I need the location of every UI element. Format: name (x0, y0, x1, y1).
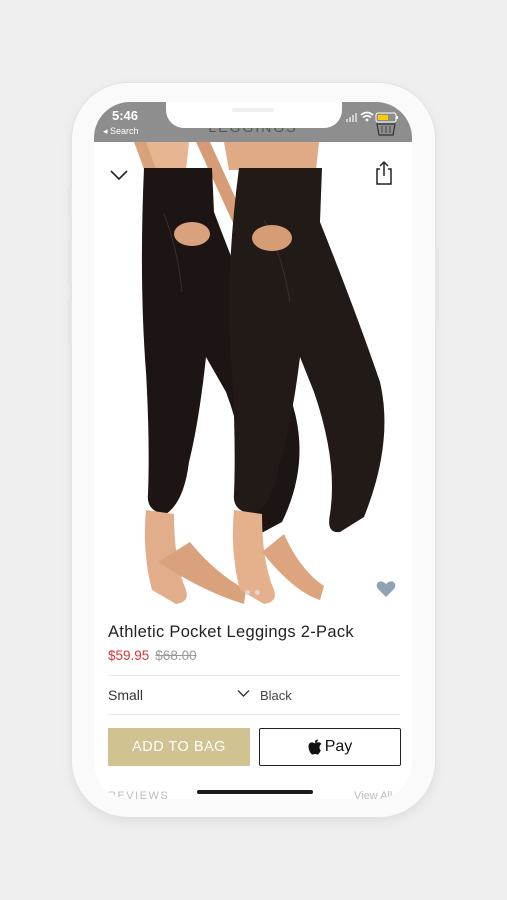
app-screen: 5:46 ◂ Search Athletic Pocket Leggings 2… (94, 102, 412, 799)
product-title: Athletic Pocket Leggings 2-Pack (108, 623, 354, 641)
share-button[interactable] (374, 160, 394, 190)
product-image-carousel[interactable] (94, 142, 412, 607)
black-leggings-photo (134, 142, 385, 604)
size-select[interactable]: Small (108, 687, 250, 705)
reviews-heading: REVIEWS (108, 790, 170, 799)
home-indicator[interactable] (197, 790, 313, 794)
apple-logo-icon (308, 739, 322, 755)
color-select[interactable]: Black (260, 688, 292, 703)
heart-icon (376, 581, 396, 597)
carousel-dot[interactable] (255, 590, 260, 595)
favorite-button[interactable] (376, 580, 396, 602)
view-all-link[interactable]: View All (354, 790, 392, 799)
phone-volume-up (68, 240, 72, 286)
original-price: $68.00 (155, 648, 197, 663)
status-bar: 5:46 ◂ Search (94, 102, 412, 142)
phone-volume-down (68, 298, 72, 344)
share-icon (376, 160, 392, 185)
chevron-down-icon (237, 690, 250, 697)
phone-mute-switch (68, 186, 72, 216)
divider (108, 714, 400, 715)
add-to-bag-button[interactable]: ADD TO BAG (108, 728, 250, 766)
sale-price: $59.95 (108, 648, 150, 663)
size-value: Small (108, 687, 144, 703)
carousel-dot[interactable] (245, 590, 250, 595)
divider (108, 675, 400, 676)
collapse-chevron-button[interactable] (110, 166, 128, 185)
apple-pay-button[interactable]: Pay (259, 728, 401, 766)
phone-notch (166, 102, 342, 128)
carousel-dots[interactable] (245, 580, 265, 599)
phone-speaker (232, 108, 274, 112)
phone-power-button (435, 248, 439, 322)
product-price: $59.95 $68.00 (108, 648, 197, 663)
chevron-down-icon (110, 170, 128, 181)
apple-pay-label: Pay (324, 738, 353, 755)
